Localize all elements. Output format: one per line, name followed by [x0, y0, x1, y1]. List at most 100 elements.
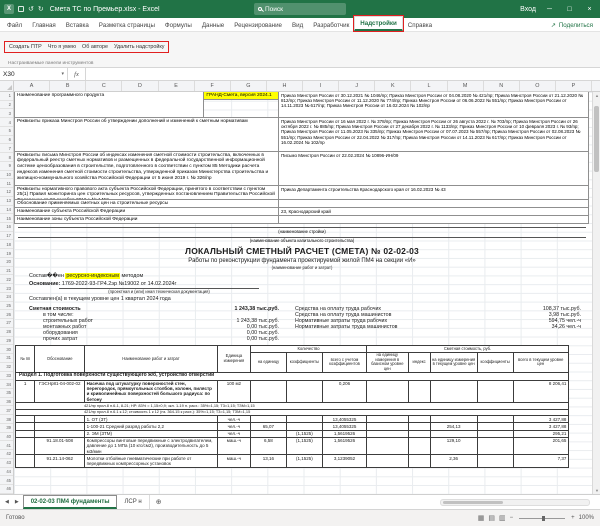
zoom-slider[interactable]	[519, 518, 565, 519]
row-header-45[interactable]: 45	[0, 476, 13, 485]
table-cell[interactable]: 1. ОТ (ЗТ)	[85, 416, 218, 423]
table-cell[interactable]: Насечка под штукатурку поверхностей стен…	[85, 380, 218, 403]
insert-function-button[interactable]: fx	[68, 68, 86, 80]
ribbon-tab-7[interactable]: Рецензирование	[229, 19, 287, 31]
table-cell[interactable]: чел.-ч	[217, 423, 250, 430]
table-cell[interactable]	[430, 430, 477, 437]
addin-button-3[interactable]: Об авторе	[82, 44, 108, 50]
table-cell[interactable]: 1	[16, 380, 35, 403]
ribbon-tab-6[interactable]: Данные	[197, 19, 229, 31]
table-cell[interactable]: 3,1239052	[322, 455, 366, 467]
share-button[interactable]: ↗ Поделиться	[551, 22, 598, 31]
row-header-14[interactable]: 14	[0, 206, 13, 215]
table-cell[interactable]	[367, 423, 408, 430]
row-header-13[interactable]: 13	[0, 197, 13, 206]
row-header-6[interactable]: 6	[0, 136, 13, 145]
table-cell[interactable]	[430, 380, 477, 403]
maximize-button[interactable]: □	[563, 6, 576, 13]
ribbon-tab-5[interactable]: Формулы	[160, 19, 197, 31]
row-header-33[interactable]: 33	[0, 372, 13, 381]
row-header-4[interactable]: 4	[0, 118, 13, 127]
row-header-44[interactable]: 44	[0, 468, 13, 477]
row-header-17[interactable]: 17	[0, 232, 13, 241]
table-cell[interactable]	[408, 430, 430, 437]
view-pagebreak-icon[interactable]: ▥	[499, 514, 506, 522]
vertical-scrollbar[interactable]: ▲ ▼	[592, 92, 600, 494]
table-cell[interactable]: 0,206	[322, 380, 366, 403]
table-cell[interactable]	[286, 380, 322, 403]
table-cell[interactable]: 6,58	[250, 437, 286, 455]
table-cell[interactable]: 1-100-21 Средний разряд работы 2,2	[85, 423, 218, 430]
row-header-41[interactable]: 41	[0, 441, 13, 450]
row-header-18[interactable]: 18	[0, 240, 13, 249]
table-cell[interactable]	[477, 380, 513, 403]
table-cell[interactable]	[408, 455, 430, 467]
scroll-down-icon[interactable]: ▼	[593, 487, 600, 494]
row-header-25[interactable]: 25	[0, 302, 13, 311]
table-cell[interactable]: 201,65	[513, 437, 568, 455]
column-header-L[interactable]: L	[411, 81, 447, 91]
row-header-40[interactable]: 40	[0, 433, 13, 442]
column-header-P[interactable]: P	[556, 81, 592, 91]
row-header-20[interactable]: 20	[0, 258, 13, 267]
row-header-3[interactable]: 3	[0, 109, 13, 118]
table-cell[interactable]: чел.-ч	[217, 430, 250, 437]
column-header-J[interactable]: J	[339, 81, 375, 91]
ribbon-tab-9[interactable]: Разработчик	[308, 19, 354, 31]
table-cell[interactable]	[477, 455, 513, 467]
table-cell[interactable]	[477, 437, 513, 455]
table-cell[interactable]	[35, 430, 85, 437]
column-header-B[interactable]: B	[50, 81, 86, 91]
row-header-7[interactable]: 7	[0, 144, 13, 153]
row-header-19[interactable]: 19	[0, 249, 13, 258]
row-header-34[interactable]: 34	[0, 380, 13, 389]
table-cell[interactable]	[35, 423, 85, 430]
sheet-nav-left-icon[interactable]: ◀	[3, 499, 11, 505]
ribbon-tab-8[interactable]: Вид	[287, 19, 308, 31]
table-cell[interactable]: 1,5619526	[322, 430, 366, 437]
chevron-down-icon[interactable]: ▾	[61, 71, 64, 77]
table-cell[interactable]: ГЭСНр81-04-002-02	[35, 380, 85, 403]
save-icon[interactable]	[18, 6, 24, 12]
row-header-10[interactable]: 10	[0, 171, 13, 180]
close-button[interactable]: ×	[583, 6, 596, 13]
table-cell[interactable]	[286, 423, 322, 430]
minimize-button[interactable]: ─	[543, 6, 556, 13]
table-cell[interactable]: 13,4055325	[322, 416, 366, 423]
table-cell[interactable]	[35, 416, 85, 423]
add-sheet-button[interactable]: ⊕	[152, 498, 166, 506]
table-cell[interactable]	[16, 423, 35, 430]
view-normal-icon[interactable]: ▦	[478, 514, 485, 522]
row-header-43[interactable]: 43	[0, 459, 13, 468]
undo-icon[interactable]: ↺	[28, 6, 34, 13]
table-cell[interactable]	[367, 437, 408, 455]
horizontal-scrollbar[interactable]	[440, 499, 590, 506]
table-cell[interactable]	[477, 416, 513, 423]
column-header-N[interactable]: N	[484, 81, 520, 91]
column-header-F[interactable]: F	[195, 81, 231, 91]
zoom-in-icon[interactable]: +	[571, 515, 575, 521]
name-box[interactable]: X30 ▾	[0, 68, 68, 80]
column-header-K[interactable]: K	[375, 81, 411, 91]
ribbon-tab-4[interactable]: Разметка страницы	[94, 19, 160, 31]
table-cell[interactable]	[477, 430, 513, 437]
row-header-46[interactable]: 46	[0, 485, 13, 494]
table-cell[interactable]	[367, 380, 408, 403]
table-cell[interactable]: 295,21	[513, 430, 568, 437]
scroll-up-icon[interactable]: ▲	[593, 92, 600, 99]
table-cell[interactable]: 65,07	[250, 423, 286, 430]
table-cell[interactable]: Молотки отбойные пневматические при рабо…	[85, 455, 218, 467]
table-cell[interactable]	[250, 430, 286, 437]
table-cell[interactable]	[286, 416, 322, 423]
table-cell[interactable]: 254,13	[430, 423, 477, 430]
table-cell[interactable]	[367, 455, 408, 467]
signin-button[interactable]: Вход	[520, 6, 536, 13]
sheet-nav-right-icon[interactable]: ▶	[13, 499, 21, 505]
section-title-cell[interactable]: Раздел 1. Подготовка поверхности существ…	[16, 372, 569, 380]
column-header-O[interactable]: O	[520, 81, 556, 91]
search-box[interactable]: Поиск	[254, 3, 346, 15]
horizontal-scrollbar-thumb[interactable]	[443, 501, 503, 504]
column-header-A[interactable]: A	[14, 81, 50, 91]
column-header-H[interactable]: H	[267, 81, 303, 91]
sheet-tab-1[interactable]: 02-02-03 ПМ4 фундаменты	[23, 495, 118, 509]
